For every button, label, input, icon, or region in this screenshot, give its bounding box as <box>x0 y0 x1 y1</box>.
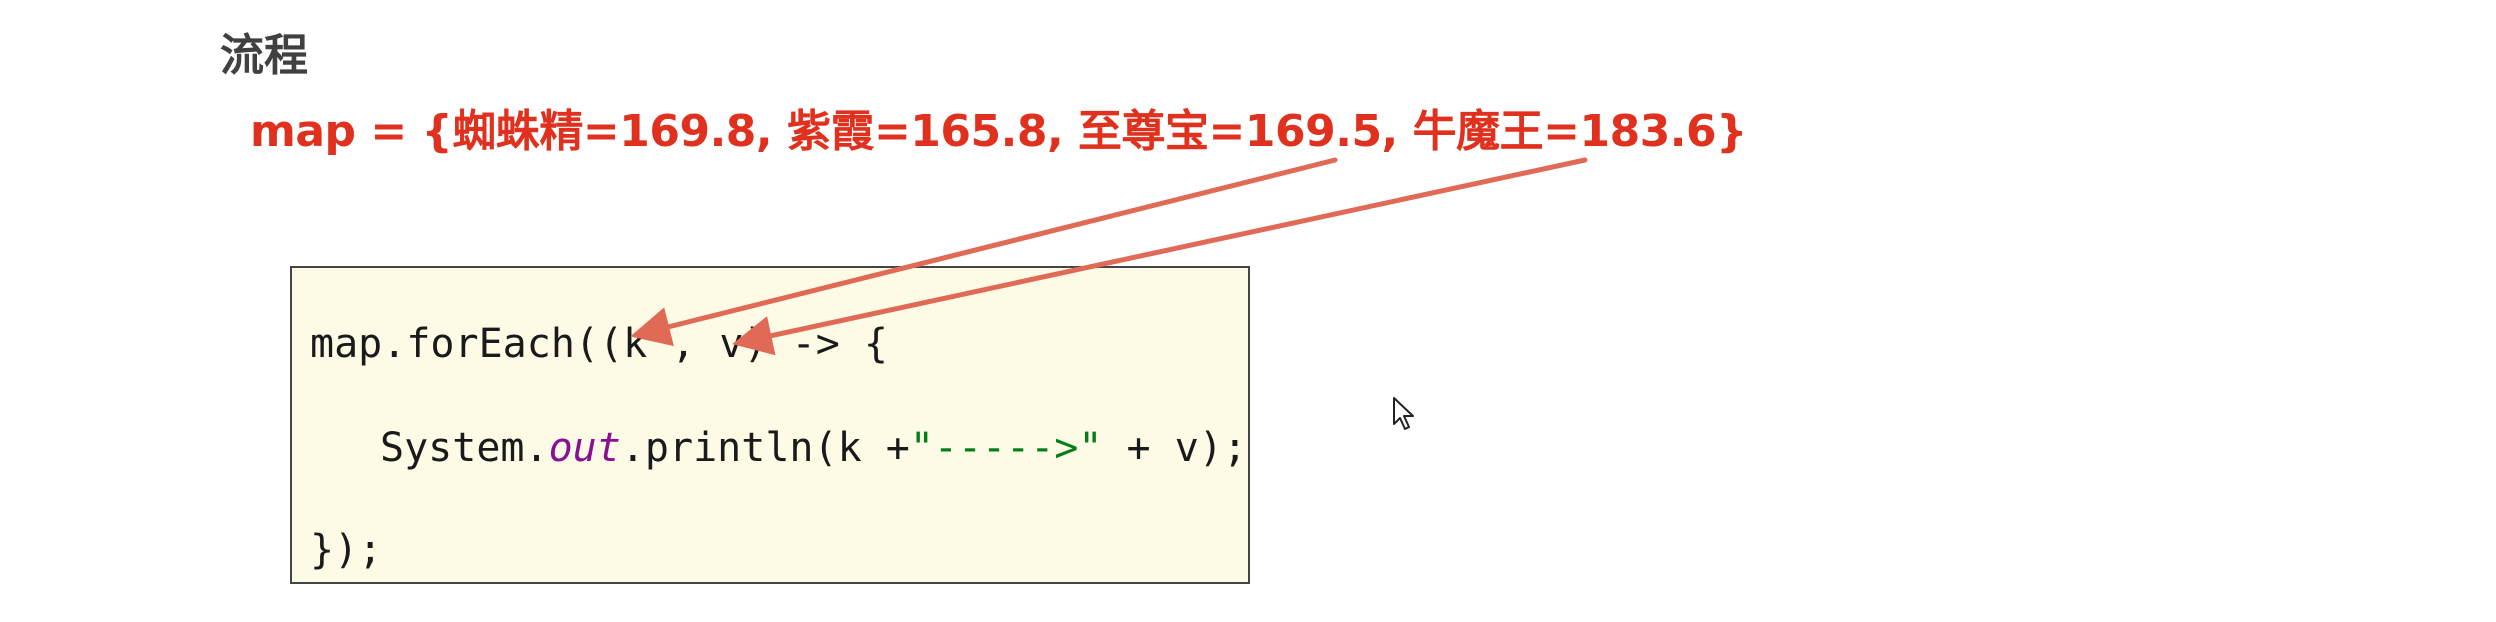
code-token-system: System. <box>380 425 549 471</box>
code-token-string: "----->" <box>909 425 1103 471</box>
code-block: map.forEach((k , v) -> { System.out.prin… <box>290 266 1250 584</box>
code-token-out: out <box>548 425 621 471</box>
mouse-pointer-icon <box>1393 397 1414 430</box>
code-token-println: .println(k + <box>620 425 910 471</box>
code-token-suffix: + v); <box>1102 425 1247 471</box>
section-title: 流程 <box>220 30 308 81</box>
code-line-close: }); <box>310 527 383 573</box>
map-contents-line: map = {蜘蛛精=169.8, 紫霞=165.8, 至尊宝=169.5, 牛… <box>250 106 1747 157</box>
code-line-println: System.out.println(k +"----->" + v); <box>380 422 1247 474</box>
code-line-foreach: map.forEach((k , v) -> { <box>310 321 888 367</box>
